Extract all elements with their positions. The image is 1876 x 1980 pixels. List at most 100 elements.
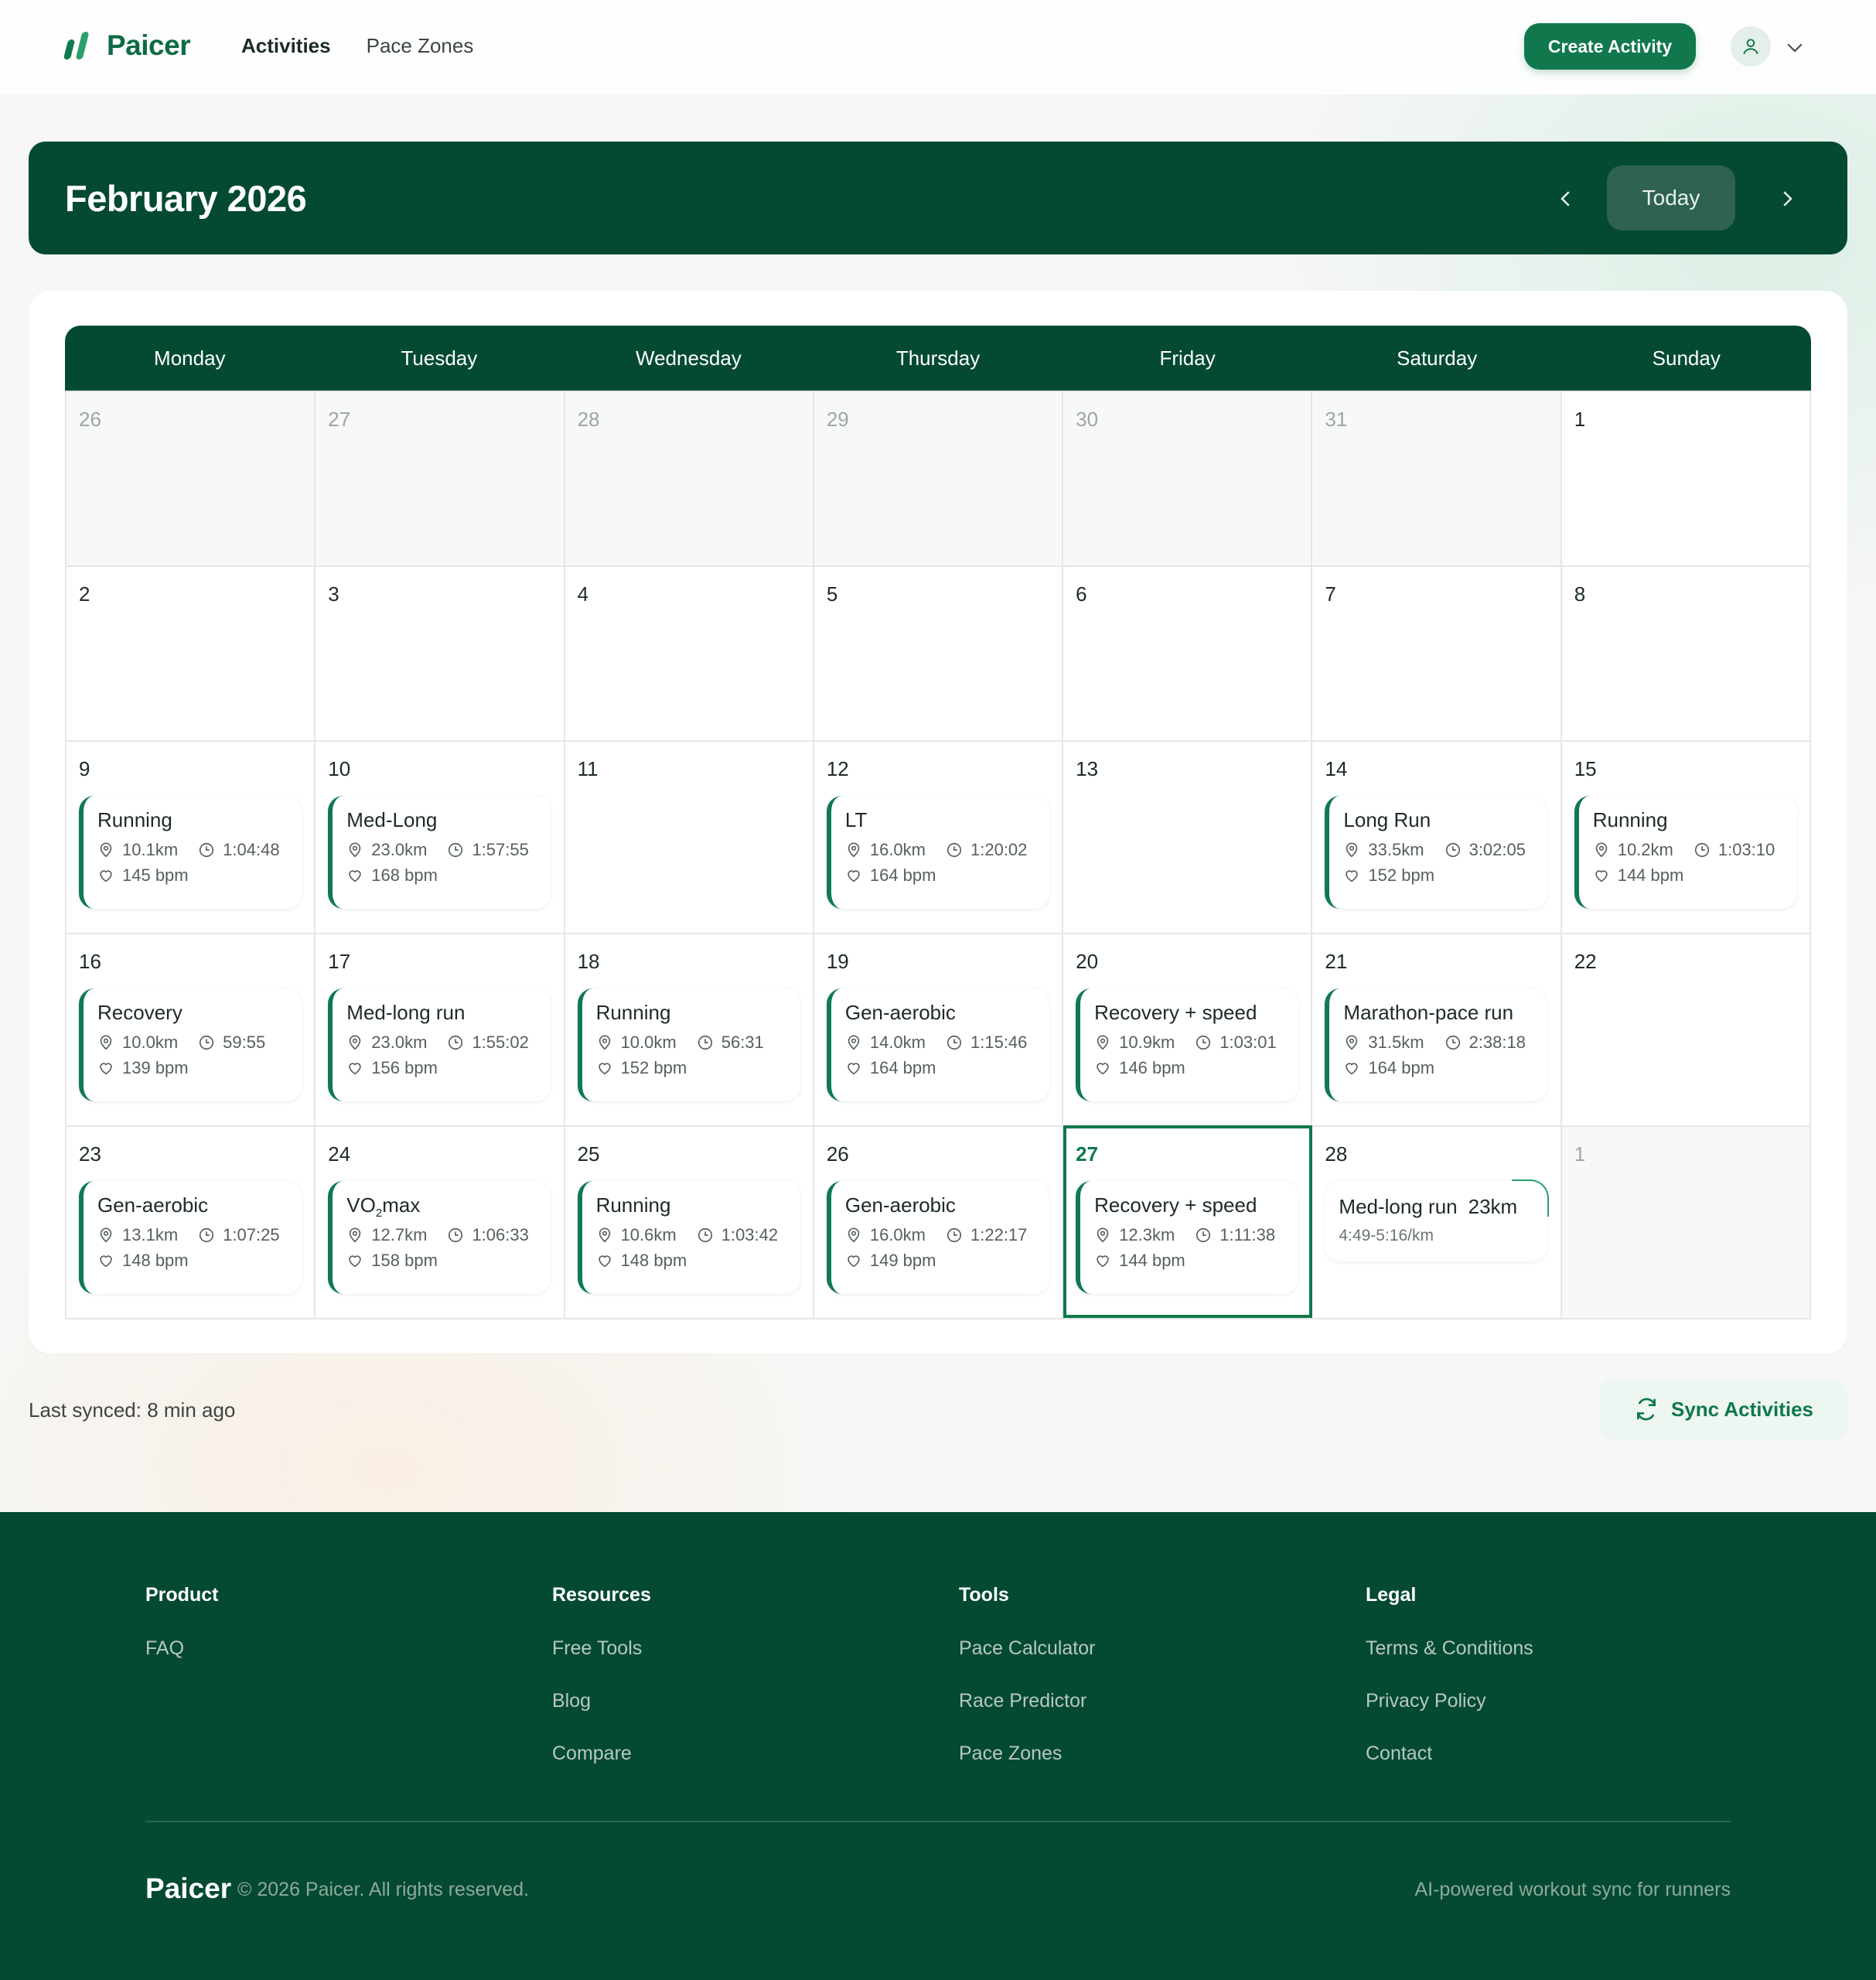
day-cell[interactable]: 5: [814, 565, 1064, 740]
day-cell[interactable]: 8: [1561, 565, 1811, 740]
footer-link[interactable]: FAQ: [145, 1637, 218, 1660]
heart-icon: [1094, 1060, 1111, 1077]
day-cell[interactable]: 16 Recovery 10.0km 59:55 139 bpm: [67, 933, 316, 1125]
main-nav: Activities Pace Zones: [241, 34, 473, 58]
day-cell[interactable]: 22: [1561, 933, 1811, 1125]
footer-column-title: Resources: [552, 1584, 651, 1606]
footer-link[interactable]: Blog: [552, 1690, 651, 1712]
day-cell[interactable]: 1: [1561, 1125, 1811, 1318]
footer-logo[interactable]: Paicer: [145, 1872, 231, 1905]
activity-card[interactable]: LT 16.0km 1:20:02 164 bpm: [826, 796, 1049, 909]
day-cell[interactable]: 28 Med-long run 23km 4:49-5:16/km: [1312, 1125, 1562, 1318]
day-cell[interactable]: 27 Recovery + speed 12.3km 1:11:38 144 bpm: [1063, 1125, 1313, 1318]
activity-hr-row: 152 bpm: [1343, 865, 1547, 886]
day-cell[interactable]: 29: [814, 391, 1064, 565]
footer-link[interactable]: Pace Calculator: [959, 1637, 1095, 1660]
activity-hr-row: 168 bpm: [346, 865, 551, 886]
day-cell[interactable]: 9 Running 10.1km 1:04:48 145 bpm: [67, 740, 316, 933]
activity-card[interactable]: Running 10.1km 1:04:48 145 bpm: [79, 796, 302, 909]
today-button[interactable]: Today: [1607, 166, 1735, 230]
day-cell[interactable]: 1: [1561, 391, 1811, 565]
day-cell[interactable]: 30: [1063, 391, 1313, 565]
day-cell[interactable]: 17 Med-long run 23.0km 1:55:02 156 bpm: [316, 933, 565, 1125]
location-pin-icon: [346, 842, 363, 859]
day-cell[interactable]: 3: [316, 565, 565, 740]
activity-title: Gen-aerobic: [845, 1193, 1049, 1218]
activity-card[interactable]: Running 10.6km 1:03:42 148 bpm: [577, 1181, 800, 1294]
footer-link[interactable]: Privacy Policy: [1366, 1690, 1533, 1712]
day-cell[interactable]: 31: [1312, 391, 1562, 565]
activity-card[interactable]: Running 10.0km 56:31 152 bpm: [577, 988, 800, 1101]
day-cell[interactable]: 21 Marathon-pace run 31.5km 2:38:18 164 bpm: [1312, 933, 1562, 1125]
footer-link[interactable]: Terms & Conditions: [1366, 1637, 1533, 1660]
clock-icon: [1445, 842, 1462, 859]
day-cell[interactable]: 23 Gen-aerobic 13.1km 1:07:25 148 bpm: [67, 1125, 316, 1318]
activity-card[interactable]: Gen-aerobic 14.0km 1:15:46 164 bpm: [826, 988, 1049, 1101]
logo[interactable]: Paicer: [62, 29, 191, 62]
day-cell[interactable]: 7: [1312, 565, 1562, 740]
footer-column-title: Legal: [1366, 1584, 1417, 1606]
day-cell[interactable]: 26 Gen-aerobic 16.0km 1:22:17 149 bpm: [814, 1125, 1064, 1318]
weekday-sunday: Sunday: [1652, 346, 1721, 370]
nav-item-activities[interactable]: Activities: [241, 34, 331, 58]
day-cell[interactable]: 25 Running 10.6km 1:03:42 148 bpm: [565, 1125, 814, 1318]
activity-card[interactable]: Running 10.2km 1:03:10 144 bpm: [1574, 796, 1797, 909]
day-cell[interactable]: 20 Recovery + speed 10.9km 1:03:01 146 bpm: [1063, 933, 1313, 1125]
activity-title: Running: [596, 1001, 800, 1026]
activity-card[interactable]: Gen-aerobic 13.1km 1:07:25 148 bpm: [79, 1181, 302, 1294]
activity-hr-row: 139 bpm: [97, 1058, 302, 1078]
footer-link[interactable]: Race Predictor: [959, 1690, 1095, 1712]
activity-hr-row: 149 bpm: [845, 1251, 1049, 1271]
next-month-button[interactable]: [1765, 177, 1809, 220]
calendar-grid: 26 27 28 29 30 31 1 2 3 4 5 6 7 8 9 Running 10.1km 1:04:4…: [65, 391, 1811, 1319]
sync-activities-button[interactable]: Sync Activities: [1600, 1378, 1847, 1440]
day-cell[interactable]: 13: [1063, 740, 1313, 933]
nav-item-pace-zones[interactable]: Pace Zones: [367, 34, 474, 58]
user-avatar[interactable]: [1731, 26, 1771, 67]
footer-link[interactable]: Contact: [1366, 1743, 1533, 1765]
day-cell[interactable]: 24 VO2max 12.7km 1:06:33 158 bpm: [316, 1125, 565, 1318]
day-number: 15: [1574, 757, 1597, 780]
day-cell[interactable]: 18 Running 10.0km 56:31 152 bpm: [565, 933, 814, 1125]
activity-card[interactable]: Med-long run 23.0km 1:55:02 156 bpm: [328, 988, 551, 1101]
day-cell[interactable]: 26: [67, 391, 316, 565]
location-pin-icon: [845, 1227, 862, 1244]
activity-heart-rate: 148 bpm: [620, 1251, 687, 1270]
weekday-friday: Friday: [1159, 346, 1216, 370]
heart-icon: [596, 1060, 613, 1077]
activity-duration: 56:31: [721, 1033, 764, 1052]
activity-distance: 31.5km: [1368, 1033, 1424, 1052]
day-cell[interactable]: 27: [316, 391, 565, 565]
activity-card[interactable]: Marathon-pace run 31.5km 2:38:18 164 bpm: [1325, 988, 1548, 1101]
day-cell[interactable]: 28: [565, 391, 814, 565]
day-cell[interactable]: 14 Long Run 33.5km 3:02:05 152 bpm: [1312, 740, 1562, 933]
day-cell[interactable]: 15 Running 10.2km 1:03:10 144 bpm: [1561, 740, 1811, 933]
footer-link[interactable]: Compare: [552, 1743, 651, 1765]
footer-link[interactable]: Free Tools: [552, 1637, 651, 1660]
day-cell[interactable]: 12 LT 16.0km 1:20:02 164 bpm: [814, 740, 1064, 933]
activity-card[interactable]: Long Run 33.5km 3:02:05 152 bpm: [1325, 796, 1548, 909]
planned-workout-card[interactable]: Med-long run 23km 4:49-5:16/km: [1325, 1179, 1550, 1261]
day-cell[interactable]: 2: [67, 565, 316, 740]
activity-card[interactable]: Recovery + speed 10.9km 1:03:01 146 bpm: [1076, 988, 1299, 1101]
day-cell[interactable]: 6: [1063, 565, 1313, 740]
day-cell[interactable]: 4: [565, 565, 814, 740]
chevron-down-icon[interactable]: [1783, 36, 1806, 59]
day-cell[interactable]: 19 Gen-aerobic 14.0km 1:15:46 164 bpm: [814, 933, 1064, 1125]
activity-distance: 10.9km: [1119, 1033, 1175, 1052]
activity-title-text: Recovery: [97, 1001, 182, 1024]
activity-card[interactable]: Recovery + speed 12.3km 1:11:38 144 bpm: [1076, 1181, 1299, 1294]
footer-column-title: Tools: [959, 1584, 1009, 1606]
activity-card[interactable]: Recovery 10.0km 59:55 139 bpm: [79, 988, 302, 1101]
activity-distance: 10.6km: [620, 1225, 677, 1244]
activity-duration: 1:11:38: [1219, 1225, 1276, 1244]
activity-card[interactable]: Med-Long 23.0km 1:57:55 168 bpm: [328, 796, 551, 909]
activity-title: Gen-aerobic: [97, 1193, 302, 1218]
previous-month-button[interactable]: [1544, 177, 1588, 220]
create-activity-button[interactable]: Create Activity: [1524, 23, 1696, 70]
activity-card[interactable]: VO2max 12.7km 1:06:33 158 bpm: [328, 1181, 551, 1294]
day-cell[interactable]: 11: [565, 740, 814, 933]
day-cell[interactable]: 10 Med-Long 23.0km 1:57:55 168 bpm: [316, 740, 565, 933]
footer-link[interactable]: Pace Zones: [959, 1743, 1095, 1765]
activity-card[interactable]: Gen-aerobic 16.0km 1:22:17 149 bpm: [826, 1181, 1049, 1294]
